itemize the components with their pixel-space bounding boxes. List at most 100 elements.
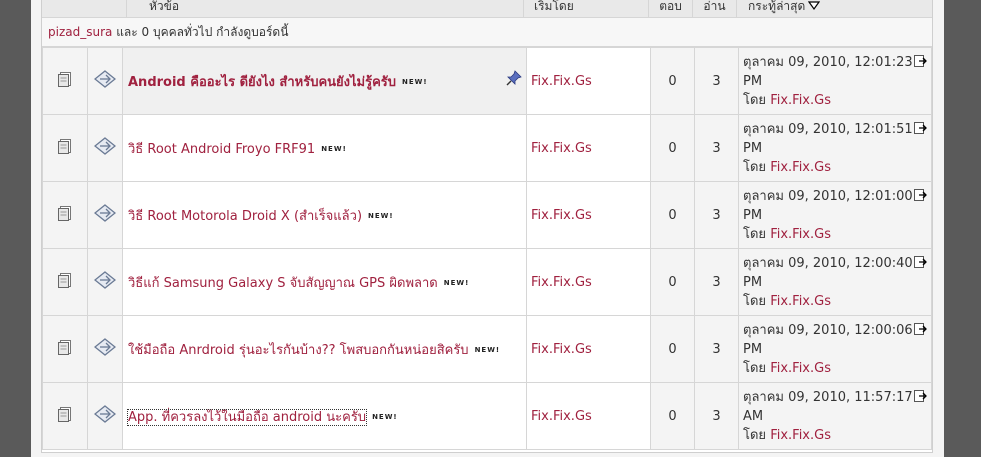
- views-count: 3: [694, 114, 739, 182]
- post-icon: [93, 405, 117, 427]
- last-post-icon[interactable]: [914, 54, 928, 73]
- new-badge[interactable]: NEW!: [444, 279, 470, 287]
- starter-link[interactable]: Fix.Fix.Gs: [531, 342, 592, 357]
- topic-status-cell: [42, 248, 88, 316]
- topic-subject-cell: วิธี Root Motorola Droid X (สำเร็จแล้ว) N…: [122, 181, 527, 249]
- last-poster-link[interactable]: Fix.Fix.Gs: [770, 294, 831, 309]
- by-label: โดย: [743, 360, 767, 376]
- last-post-cell: ตุลาคม 09, 2010, 12:01:00 PM โดย Fix.Fix.G…: [738, 181, 932, 249]
- last-post-icon[interactable]: [914, 121, 928, 140]
- last-post-date: ตุลาคม 09, 2010, 12:01:51: [743, 121, 913, 137]
- last-post-ampm: PM: [743, 341, 763, 357]
- last-post-ampm: PM: [743, 207, 763, 223]
- last-poster-link[interactable]: Fix.Fix.Gs: [770, 93, 831, 108]
- last-poster-link[interactable]: Fix.Fix.Gs: [770, 160, 831, 175]
- replies-count: 0: [650, 248, 695, 316]
- by-label: โดย: [743, 159, 767, 175]
- last-post-cell: ตุลาคม 09, 2010, 11:57:17 AM โดย Fix.Fix.G…: [738, 382, 932, 450]
- sort-by-replies[interactable]: ตอบ: [648, 0, 692, 17]
- message-index: หัวข้อ เริ่มโดย ตอบ อ่าน กระทู้ล่าสุด pi…: [41, 0, 933, 453]
- last-poster-link[interactable]: Fix.Fix.Gs: [770, 428, 831, 443]
- starter-link[interactable]: Fix.Fix.Gs: [531, 208, 592, 223]
- new-badge[interactable]: NEW!: [321, 145, 347, 153]
- starter-link[interactable]: Fix.Fix.Gs: [531, 275, 592, 290]
- topic-link[interactable]: วิธีแก้ Samsung Galaxy S จับสัญญาณ GPS ผ…: [128, 276, 438, 291]
- last-post-cell: ตุลาคม 09, 2010, 12:00:40 PM โดย Fix.Fix.G…: [738, 248, 932, 316]
- sort-by-starter[interactable]: เริ่มโดย: [523, 0, 643, 17]
- topic-starter-cell: Fix.Fix.Gs: [526, 315, 651, 383]
- col-views[interactable]: อ่าน: [703, 0, 725, 13]
- views-count: 3: [694, 248, 739, 316]
- topic-subject-cell: ใช้มือถือ Anrdroid รุ่นอะไรกันบ้าง?? โพส…: [122, 315, 527, 383]
- topic-starter-cell: Fix.Fix.Gs: [526, 181, 651, 249]
- col-starter[interactable]: เริ่มโดย: [534, 0, 574, 13]
- starter-link[interactable]: Fix.Fix.Gs: [531, 141, 592, 156]
- topic-subject-cell: วิธีแก้ Samsung Galaxy S จับสัญญาณ GPS ผ…: [122, 248, 527, 316]
- viewer-link[interactable]: pizad_sura: [48, 25, 112, 39]
- by-label: โดย: [743, 92, 767, 108]
- last-poster-link[interactable]: Fix.Fix.Gs: [770, 361, 831, 376]
- last-post-cell: ตุลาคม 09, 2010, 12:01:51 PM โดย Fix.Fix.G…: [738, 114, 932, 182]
- last-post-icon[interactable]: [914, 322, 928, 341]
- topic-status-cell: [42, 47, 88, 115]
- col-subject[interactable]: หัวข้อ: [149, 0, 179, 13]
- sort-by-last-post[interactable]: กระทู้ล่าสุด: [736, 0, 933, 17]
- starter-link[interactable]: Fix.Fix.Gs: [531, 74, 592, 89]
- table-row: App. ที่ควรลงไว้ในมือถือ android นะครับ N…: [42, 382, 932, 450]
- topic-link[interactable]: วิธี Root Android Froyo FRF91: [128, 142, 315, 157]
- topic-link[interactable]: วิธี Root Motorola Droid X (สำเร็จแล้ว): [128, 209, 362, 224]
- topic-subject-cell: App. ที่ควรลงไว้ในมือถือ android นะครับ N…: [122, 382, 527, 450]
- sort-by-subject[interactable]: หัวข้อ: [126, 0, 521, 17]
- last-post-date: ตุลาคม 09, 2010, 12:00:40: [743, 255, 913, 271]
- new-badge[interactable]: NEW!: [402, 78, 428, 86]
- topic-icon: [58, 72, 72, 91]
- viewers-text: และ 0 บุคคลทั่วไป กำลังดูบอร์ดนี้: [112, 25, 289, 39]
- post-icon: [93, 204, 117, 226]
- last-post-icon[interactable]: [914, 389, 928, 408]
- col-replies[interactable]: ตอบ: [659, 0, 682, 13]
- board-viewers: pizad_sura และ 0 บุคคลทั่วไป กำลังดูบอร์…: [42, 18, 932, 47]
- last-post-date: ตุลาคม 09, 2010, 11:57:17: [743, 389, 913, 405]
- topic-table: Android คืออะไร ดียังไง สำหรับคนยังไม่รู…: [42, 47, 932, 450]
- replies-count: 0: [650, 47, 695, 115]
- post-icon-cell: [87, 315, 123, 383]
- last-post-icon[interactable]: [914, 255, 928, 274]
- topic-link[interactable]: App. ที่ควรลงไว้ในมือถือ android นะครับ: [126, 408, 368, 426]
- new-badge[interactable]: NEW!: [475, 346, 501, 354]
- sort-desc-icon[interactable]: [808, 0, 821, 18]
- topic-starter-cell: Fix.Fix.Gs: [526, 114, 651, 182]
- last-poster-link[interactable]: Fix.Fix.Gs: [770, 227, 831, 242]
- last-post-ampm: PM: [743, 140, 763, 156]
- last-post-cell: ตุลาคม 09, 2010, 12:01:23 PM โดย Fix.Fix.G…: [738, 47, 932, 115]
- topic-icon: [58, 273, 72, 292]
- col-last-post[interactable]: กระทู้ล่าสุด: [748, 0, 805, 13]
- last-post-date: ตุลาคม 09, 2010, 12:01:00: [743, 188, 913, 204]
- topic-subject-cell: วิธี Root Android Froyo FRF91 NEW!: [122, 114, 527, 182]
- sort-by-views[interactable]: อ่าน: [692, 0, 736, 17]
- new-badge[interactable]: NEW!: [372, 413, 398, 421]
- by-label: โดย: [743, 293, 767, 309]
- new-badge[interactable]: NEW!: [368, 212, 394, 220]
- last-post-ampm: PM: [743, 274, 763, 290]
- last-post-cell: ตุลาคม 09, 2010, 12:00:06 PM โดย Fix.Fix.G…: [738, 315, 932, 383]
- topic-status-cell: [42, 315, 88, 383]
- post-icon-cell: [87, 47, 123, 115]
- table-header: หัวข้อ เริ่มโดย ตอบ อ่าน กระทู้ล่าสุด: [42, 0, 932, 18]
- topic-subject-cell: Android คืออะไร ดียังไง สำหรับคนยังไม่รู…: [122, 47, 527, 115]
- post-icon-cell: [87, 181, 123, 249]
- topic-icon: [58, 206, 72, 225]
- topic-link[interactable]: ใช้มือถือ Anrdroid รุ่นอะไรกันบ้าง?? โพส…: [128, 343, 469, 358]
- topic-starter-cell: Fix.Fix.Gs: [526, 47, 651, 115]
- post-icon: [93, 137, 117, 159]
- topic-link[interactable]: Android คืออะไร ดียังไง สำหรับคนยังไม่รู…: [128, 75, 396, 90]
- post-icon-cell: [87, 114, 123, 182]
- last-post-icon[interactable]: [914, 188, 928, 207]
- last-post-ampm: PM: [743, 73, 763, 89]
- table-row: Android คืออะไร ดียังไง สำหรับคนยังไม่รู…: [42, 47, 932, 115]
- views-count: 3: [694, 382, 739, 450]
- topic-icon: [58, 407, 72, 426]
- by-label: โดย: [743, 226, 767, 242]
- replies-count: 0: [650, 382, 695, 450]
- topic-icon: [58, 139, 72, 158]
- starter-link[interactable]: Fix.Fix.Gs: [531, 409, 592, 424]
